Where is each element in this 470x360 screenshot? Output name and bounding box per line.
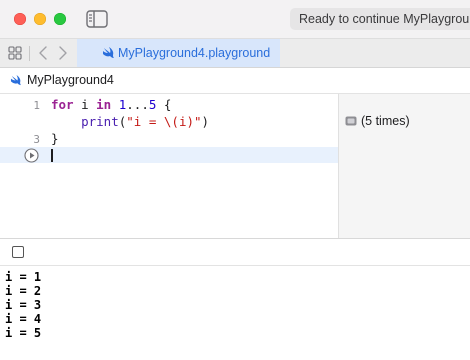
code-token: ... (126, 97, 149, 112)
square-icon[interactable] (12, 246, 24, 258)
text-cursor (51, 149, 53, 162)
console-line: i = 1 (5, 270, 42, 284)
code-editor[interactable]: 1 3 for i in 1...5 { print("i = \(i)") } (0, 94, 338, 238)
console-line: i = 3 (5, 298, 42, 312)
related-items-grid-icon[interactable] (8, 46, 22, 60)
code-token: print (81, 114, 119, 129)
line-number: 1 (33, 99, 40, 112)
zoom-button[interactable] (54, 13, 66, 25)
result-view-icon[interactable] (345, 116, 357, 126)
minimize-button[interactable] (34, 13, 46, 25)
console-output[interactable]: i = 1 i = 2 i = 3 i = 4 i = 5 (0, 266, 470, 360)
code-line[interactable]: } (51, 131, 59, 146)
line-number: 3 (33, 133, 40, 146)
tab-playground[interactable]: MyPlayground4.playground (77, 39, 280, 67)
code-token: "i = \(i)" (126, 114, 202, 129)
breadcrumb: MyPlayground4 (0, 68, 470, 94)
tab-label: MyPlayground4.playground (118, 46, 271, 60)
results-sidebar: (5 times) (338, 94, 470, 238)
code-token: { (156, 97, 172, 112)
title-bar: Ready to continue MyPlayground4 (0, 0, 470, 38)
tab-bar: MyPlayground4.playground (0, 38, 470, 68)
sidebar-toggle-icon[interactable] (86, 10, 108, 28)
play-icon[interactable] (24, 148, 39, 163)
code-token: } (51, 131, 59, 146)
swift-icon (10, 75, 22, 86)
console-line: i = 5 (5, 326, 42, 340)
code-token: for (51, 97, 74, 112)
code-line[interactable]: for i in 1...5 { (51, 97, 171, 112)
activity-status: Ready to continue MyPlayground4 (290, 8, 470, 30)
chevron-left-icon[interactable] (38, 45, 48, 61)
debug-bar (0, 238, 470, 266)
code-token: in (96, 97, 112, 112)
code-token: ) (201, 114, 210, 129)
chevron-right-icon[interactable] (58, 45, 68, 61)
console-line: i = 4 (5, 312, 42, 326)
breadcrumb-item-playground[interactable]: MyPlayground4 (27, 68, 114, 92)
swift-icon (103, 47, 114, 58)
result-value[interactable]: (5 times) (361, 113, 410, 129)
close-button[interactable] (14, 13, 26, 25)
console-line: i = 2 (5, 284, 42, 298)
divider (29, 46, 30, 61)
code-token: i (73, 97, 97, 112)
code-line[interactable]: print("i = \(i)") (51, 114, 209, 129)
